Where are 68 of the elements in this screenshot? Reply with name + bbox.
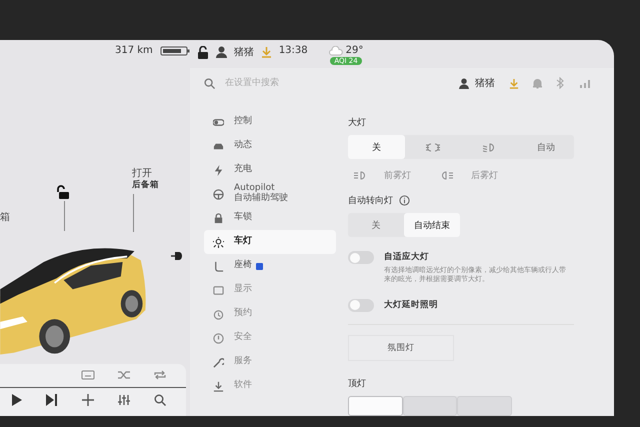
person-icon	[216, 46, 227, 58]
parking-lights-icon	[426, 142, 440, 152]
headlight-option[interactable]: 自动	[518, 135, 574, 159]
temperature-text: 29°	[346, 45, 364, 56]
menu-item-icon	[213, 116, 224, 128]
clock-time: 13:38	[278, 45, 308, 56]
play-icon[interactable]	[12, 394, 22, 406]
trunk-label[interactable]: 后备箱	[132, 179, 159, 191]
repeat-icon[interactable]	[153, 370, 167, 380]
menu-item-icon	[213, 284, 224, 296]
menu-item-icon	[213, 332, 224, 344]
sidebar-item[interactable]: 车灯	[204, 230, 336, 254]
battery-icon	[160, 46, 190, 56]
menu-item-icon	[213, 188, 224, 200]
cloud-icon	[328, 46, 343, 56]
shuffle-icon[interactable]	[117, 370, 131, 380]
sidebar-item[interactable]: 控制	[204, 110, 336, 134]
section-title: 大灯	[348, 116, 366, 129]
search-icon	[204, 78, 215, 88]
info-icon[interactable]	[399, 195, 410, 206]
leader-line	[133, 194, 134, 232]
sidebar-item[interactable]: 动态	[204, 134, 336, 158]
unlocked-padlock-icon	[196, 46, 209, 59]
sidebar-item[interactable]: 车锁	[204, 206, 336, 230]
bell-icon[interactable]	[533, 78, 542, 88]
menu-item-icon	[213, 260, 224, 272]
next-track-icon[interactable]	[46, 394, 58, 406]
sidebar-item[interactable]: 充电	[204, 158, 336, 182]
toggle-switch[interactable]	[348, 251, 374, 264]
ambient-light-button[interactable]: 氛围灯	[348, 334, 454, 361]
menu-item-icon	[213, 236, 224, 248]
bluetooth-icon[interactable]	[556, 77, 564, 89]
menu-item-icon	[213, 212, 224, 224]
dome-light-option[interactable]	[348, 396, 403, 416]
unlocked-padlock-icon[interactable]	[55, 185, 69, 199]
menu-item-icon	[213, 356, 224, 368]
equalizer-icon[interactable]	[118, 394, 130, 406]
section-title: 自动转向灯	[348, 194, 393, 207]
menu-item-icon	[213, 164, 224, 176]
toggle-switch[interactable]	[348, 298, 374, 312]
charge-plug-icon[interactable]	[170, 250, 184, 262]
sidebar-item[interactable]: 座椅	[204, 254, 336, 278]
search-field[interactable]: 在设置中搜索	[223, 77, 347, 89]
toggle-label: 大灯延时照明	[384, 298, 439, 311]
download-icon	[260, 46, 272, 58]
front-trunk-label[interactable]: 箱	[0, 210, 10, 224]
range-text: 317 km	[115, 45, 153, 56]
fog-light-icon	[354, 171, 366, 180]
toggle-label: 自适应大灯	[384, 251, 430, 263]
signal-icon	[578, 78, 592, 88]
screen-icon[interactable]	[81, 370, 95, 380]
fog-light-icon	[441, 171, 453, 180]
trunk-action-label[interactable]: 打开	[132, 166, 152, 180]
plus-icon[interactable]	[82, 394, 94, 406]
leader-line	[64, 201, 65, 231]
sidebar-item[interactable]: Autopilot 自动辅助驾驶	[204, 182, 336, 206]
turn-signal-option[interactable]: 自动结束	[404, 213, 460, 237]
download-icon[interactable]	[509, 78, 519, 88]
menu-item-icon	[213, 308, 224, 320]
headlight-option[interactable]: 关	[348, 135, 404, 159]
menu-item-icon	[213, 380, 224, 392]
turn-signal-option[interactable]: 关	[348, 213, 404, 237]
person-icon[interactable]	[459, 78, 469, 88]
profile-name[interactable]: 猪猪	[475, 76, 495, 90]
search-icon[interactable]	[154, 394, 166, 406]
low-beam-icon	[483, 142, 496, 152]
section-title: 顶灯	[348, 378, 366, 390]
driver-name: 猪猪	[234, 46, 254, 59]
